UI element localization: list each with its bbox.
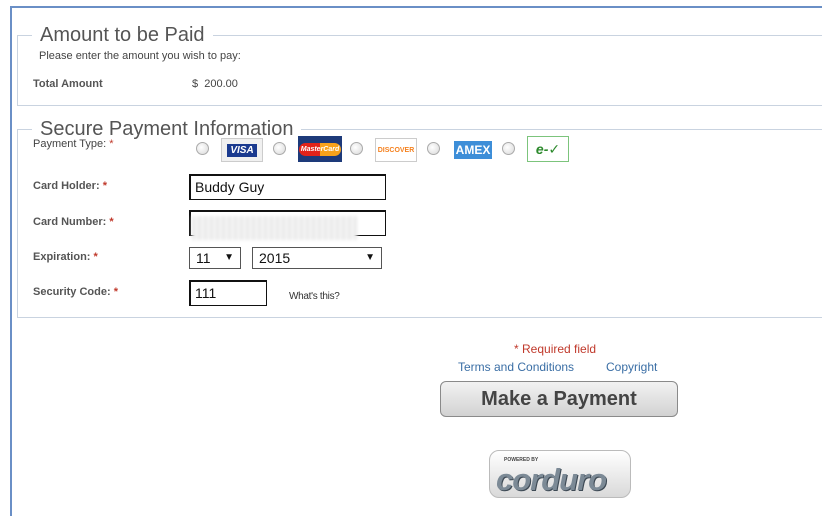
required-marker: * [109,138,114,150]
card-number-label: Card Number: * [33,216,114,228]
make-payment-button[interactable]: Make a Payment [440,381,678,417]
terms-link[interactable]: Terms and Conditions [458,360,574,374]
amount-legend: Amount to be Paid [40,24,205,46]
amount-fieldset: Amount to be Paid [17,24,822,106]
mastercard-card-icon: MasterCard [298,136,342,162]
amount-instruction: Please enter the amount you wish to pay: [39,50,241,62]
card-holder-input[interactable]: Buddy Guy [189,174,386,200]
corduro-logo: POWERED BY corduro [489,450,631,498]
required-field-note: * Required field [514,342,597,356]
expiration-month-select[interactable]: 11 ▼ [189,247,241,269]
security-code-input[interactable]: 111 [189,280,267,306]
security-code-label: Security Code: * [33,286,118,298]
visa-card-icon: VISA [221,138,263,162]
payment-type-label: Payment Type: * [33,138,114,150]
radio-discover[interactable] [350,142,363,155]
whats-this-link[interactable]: What's this? [289,291,340,302]
echeck-icon: e-✓ [527,136,569,162]
chevron-down-icon: ▼ [365,252,375,263]
chevron-down-icon: ▼ [224,252,234,263]
total-amount-label: Total Amount [33,78,103,90]
radio-mastercard[interactable] [273,142,286,155]
payment-fieldset: Secure Payment Information [17,118,822,318]
radio-visa[interactable] [196,142,209,155]
currency-symbol: $ [192,78,199,90]
radio-amex[interactable] [427,142,440,155]
radio-echeck[interactable] [502,142,515,155]
amex-card-icon: AMEX [452,138,494,162]
card-number-masked-value [192,216,357,240]
copyright-link[interactable]: Copyright [606,360,657,374]
logo-word: corduro [496,462,607,497]
total-amount-value: $ 200.00 [192,78,238,90]
total-amount-number: 200.00 [204,78,238,90]
expiration-year-select[interactable]: 2015 ▼ [252,247,382,269]
card-holder-label: Card Holder: * [33,180,107,192]
discover-card-icon: DISCOVER [375,138,417,162]
payment-form-frame: Amount to be Paid Please enter the amoun… [10,6,822,516]
expiration-label: Expiration: * [33,251,98,263]
